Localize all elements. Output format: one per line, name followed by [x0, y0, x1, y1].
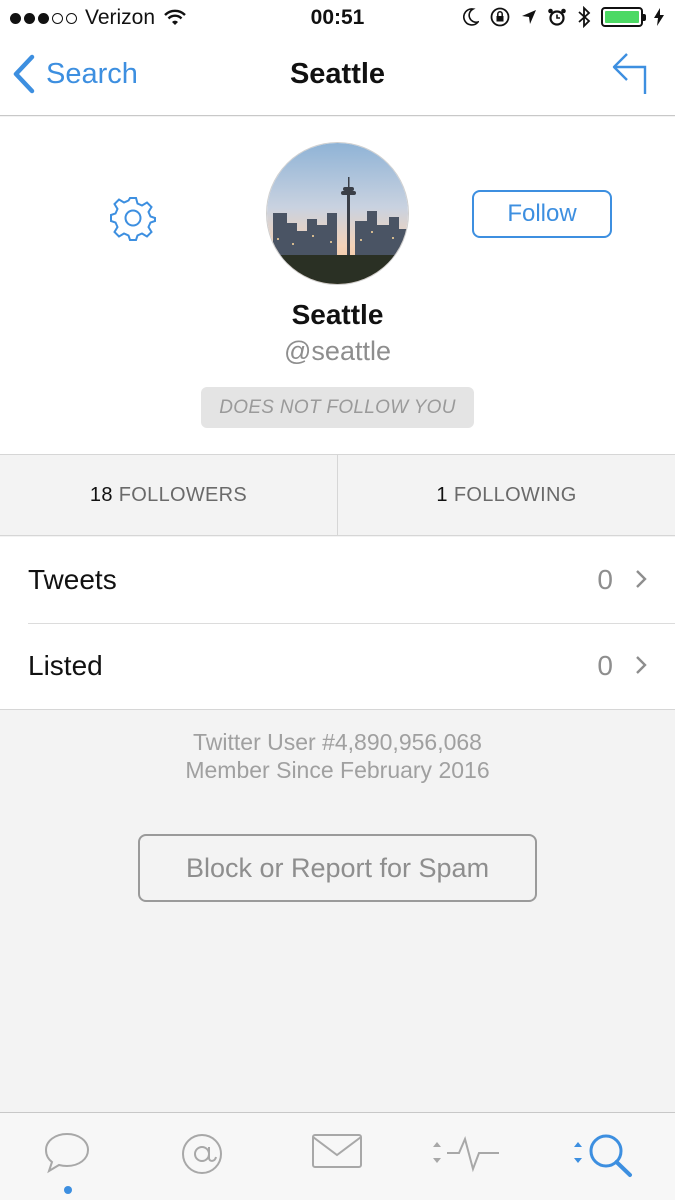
location-icon: [522, 10, 536, 24]
at-sign-icon: [182, 1134, 222, 1174]
status-right: [463, 6, 665, 28]
activity-icon: [433, 1135, 499, 1173]
charging-icon: [654, 8, 664, 26]
envelope-icon: [312, 1134, 362, 1168]
bluetooth-icon: [578, 6, 591, 28]
page-title: Seattle: [289, 58, 386, 90]
settings-button[interactable]: [110, 195, 156, 246]
profile-stats-list: Tweets 0 Listed 0: [0, 537, 675, 710]
list-item-label: Listed: [28, 650, 103, 681]
member-since: Member Since February 2016: [185, 757, 490, 783]
reply-button[interactable]: [611, 50, 651, 101]
navigation-bar: Search Seattle: [0, 38, 675, 116]
active-tab-indicator: [64, 1186, 72, 1194]
battery-icon: [601, 7, 646, 27]
activity-tab[interactable]: [425, 1131, 505, 1191]
profile-name: Seattle: [291, 299, 384, 330]
avatar[interactable]: [266, 142, 409, 285]
chevron-right-icon: [636, 570, 647, 588]
followers-count: 18: [89, 483, 113, 506]
following-label: FOLLOWING: [453, 483, 577, 506]
reply-icon: [612, 53, 647, 94]
followers-button[interactable]: 18 FOLLOWERS: [0, 455, 337, 535]
messages-tab[interactable]: [297, 1131, 377, 1191]
moon-icon: [463, 8, 479, 26]
tweets-row[interactable]: Tweets 0: [0, 537, 675, 623]
listed-row[interactable]: Listed 0: [0, 623, 675, 709]
chevron-right-icon: [636, 656, 647, 674]
list-item-value: 0: [597, 564, 613, 595]
avatar-image: [267, 143, 408, 284]
rotation-lock-icon: [490, 7, 510, 27]
tab-bar: [0, 1112, 675, 1200]
block-report-button[interactable]: Block or Report for Spam: [138, 834, 537, 902]
followers-label: FOLLOWERS: [118, 483, 248, 506]
follow-counts: 18 FOLLOWERS 1 FOLLOWING: [0, 455, 675, 536]
following-button[interactable]: 1 FOLLOWING: [337, 455, 675, 535]
user-number: Twitter User #4,890,956,068: [193, 729, 482, 755]
status-bar: Verizon 00:51: [0, 0, 675, 38]
search-tab[interactable]: [565, 1131, 645, 1191]
list-item-label: Tweets: [28, 564, 117, 595]
timeline-tab[interactable]: [27, 1131, 107, 1191]
speech-bubble-icon: [44, 1132, 90, 1174]
list-item-value: 0: [597, 650, 613, 681]
following-count: 1: [436, 483, 448, 506]
follow-button[interactable]: Follow: [472, 190, 612, 238]
profile-handle: @seattle: [284, 336, 391, 366]
follow-status-badge: DOES NOT FOLLOW YOU: [201, 387, 474, 428]
mentions-tab[interactable]: [162, 1131, 242, 1191]
profile-header: Follow Seattle @seattle DOES NOT FOLLOW …: [0, 117, 675, 455]
alarm-icon: [548, 8, 566, 26]
search-icon: [574, 1134, 632, 1177]
gear-icon: [110, 197, 156, 241]
